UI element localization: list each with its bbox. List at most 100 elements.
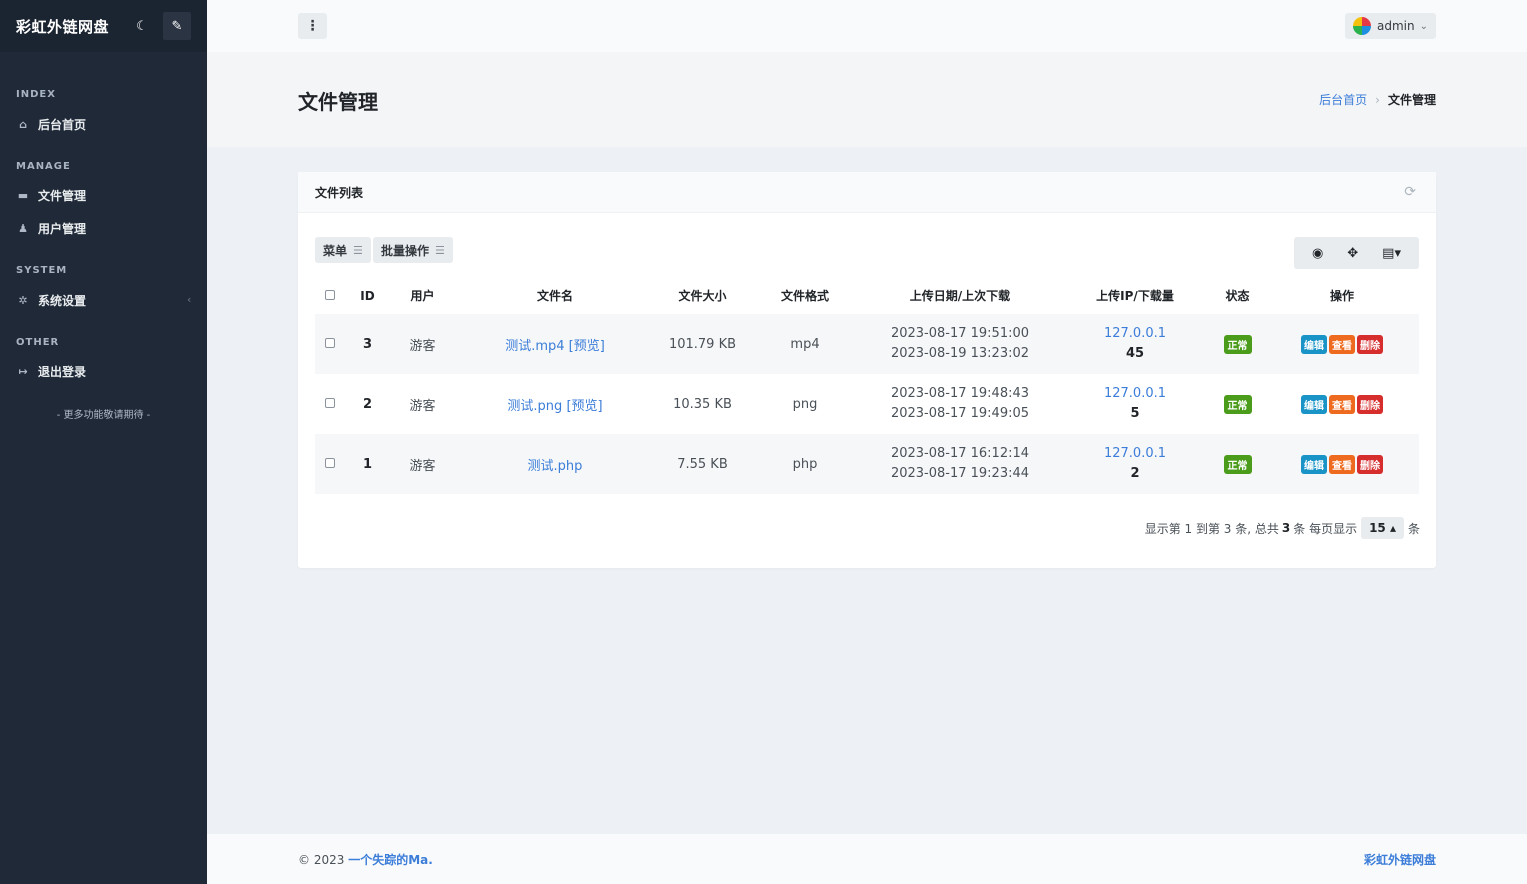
last-download-date: 2023-08-17 19:49:05: [890, 406, 1030, 421]
page-size-select[interactable]: 15 ▴: [1361, 517, 1404, 539]
column-header[interactable]: 状态: [1210, 277, 1265, 314]
column-header[interactable]: 用户: [390, 277, 455, 314]
upload-date: 2023-08-17 19:48:43: [890, 386, 1030, 401]
columns-icon[interactable]: ▤▾: [1382, 246, 1401, 261]
avatar: [1353, 17, 1371, 35]
download-count: 2: [1130, 466, 1140, 481]
align-left-icon: ☰: [435, 243, 445, 257]
sidebar-item-label: 文件管理: [38, 189, 87, 203]
home-icon: ⌂: [19, 118, 27, 131]
nav-head-other: OTHER: [16, 337, 60, 348]
theme-brush-icon[interactable]: ✎: [163, 12, 191, 40]
view-button[interactable]: 查看: [1329, 394, 1355, 414]
menu-button-label: 菜单: [323, 243, 348, 258]
column-header[interactable]: 文件大小: [655, 277, 750, 314]
upload-date: 2023-08-17 16:12:14: [890, 446, 1030, 461]
sidebar: 彩虹外链网盘 ☾ ✎ INDEX ⌂ 后台首页 MANAGE ▬ 文件管理 ♟ …: [0, 0, 207, 884]
file-size: 101.79 KB: [668, 336, 737, 352]
view-button[interactable]: 查看: [1329, 334, 1355, 354]
column-header[interactable]: 文件格式: [750, 277, 860, 314]
upload-date: 2023-08-17 19:51:00: [890, 326, 1030, 341]
chevron-left-icon[interactable]: ‹: [187, 293, 191, 306]
table-row: 3 游客 测试.mp4 [预览] 101.79 KB mp4 2023-08-1…: [315, 314, 1419, 374]
column-header[interactable]: 文件名: [455, 277, 655, 314]
row-checkbox[interactable]: [325, 457, 335, 468]
refresh-icon[interactable]: ⟳: [1404, 184, 1416, 200]
edit-button[interactable]: 编辑: [1301, 334, 1327, 354]
last-download-date: 2023-08-19 13:23:02: [890, 346, 1030, 361]
move-icon[interactable]: ✥: [1347, 246, 1358, 261]
users-icon: ♟: [18, 222, 28, 235]
file-name-link[interactable]: 测试.php: [528, 459, 583, 474]
page-size-value: 15: [1369, 521, 1386, 535]
sidebar-item-users[interactable]: ♟ 用户管理: [16, 220, 86, 237]
footer: © 2023 一个失踪的Ma. 彩虹外链网盘: [207, 834, 1527, 884]
sidebar-item-label: 系统设置: [38, 294, 87, 308]
file-format: php: [792, 456, 818, 472]
file-id: 2: [362, 396, 373, 412]
file-name-link[interactable]: 测试.png: [507, 399, 562, 414]
page-header: 文件管理 后台首页 › 文件管理: [207, 52, 1527, 147]
file-id: 3: [362, 336, 373, 352]
row-checkbox[interactable]: [325, 397, 335, 408]
select-all-checkbox[interactable]: [325, 289, 335, 300]
preview-link[interactable]: [预览]: [566, 399, 602, 414]
file-user: 游客: [409, 458, 436, 474]
column-header: 操作: [1329, 289, 1354, 303]
batch-button-label: 批量操作: [381, 243, 430, 258]
sidebar-item-logout[interactable]: ↦ 退出登录: [16, 363, 86, 380]
page-title: 文件管理: [298, 90, 378, 114]
logout-icon: ↦: [18, 365, 28, 378]
nav-head-manage: MANAGE: [16, 161, 71, 172]
file-size: 7.55 KB: [677, 456, 728, 472]
edit-button[interactable]: 编辑: [1301, 454, 1327, 474]
download-count: 5: [1130, 406, 1140, 421]
file-name-link[interactable]: 测试.mp4: [505, 339, 564, 354]
batch-operation-button[interactable]: 批量操作 ☰: [373, 237, 453, 263]
column-header[interactable]: 上传IP/下载量: [1060, 277, 1210, 314]
topbar: ⋮ admin ⌄: [207, 0, 1527, 52]
row-checkbox[interactable]: [325, 337, 335, 348]
column-header[interactable]: 上传日期/上次下载: [860, 277, 1060, 314]
sidebar-item-label: 退出登录: [38, 365, 87, 379]
footer-brand-link[interactable]: 彩虹外链网盘: [1364, 851, 1436, 868]
user-menu[interactable]: admin ⌄: [1345, 13, 1436, 39]
brand-title[interactable]: 彩虹外链网盘: [16, 16, 109, 37]
table-header-row: ID 用户 文件名 文件大小 文件格式 上传日期/上次下载 上传IP/下载量 状…: [315, 277, 1419, 314]
kebab-menu-icon[interactable]: ⋮: [298, 13, 327, 39]
status-badge: 正常: [1223, 334, 1252, 354]
toggle-icon[interactable]: ◉: [1312, 246, 1323, 261]
table-row: 1 游客 测试.php 7.55 KB php 2023-08-17 16:12…: [315, 434, 1419, 494]
column-header[interactable]: ID: [345, 277, 390, 314]
more-features-note: - 更多功能敬请期待 -: [56, 410, 151, 421]
sidebar-item-dashboard[interactable]: ⌂ 后台首页: [16, 116, 86, 133]
last-download-date: 2023-08-17 19:23:44: [890, 466, 1030, 481]
pager-suffix: 条 每页显示: [1293, 521, 1358, 536]
preview-link[interactable]: [预览]: [569, 339, 605, 354]
view-button[interactable]: 查看: [1329, 454, 1355, 474]
file-size: 10.35 KB: [673, 396, 732, 412]
pager-prefix: 显示第 1 到第 3 条, 总共: [1144, 521, 1279, 536]
menu-button[interactable]: 菜单 ☰: [315, 237, 371, 263]
file-list-card: 文件列表 ⟳ 菜单 ☰ 批量操作 ☰ ◉ ✥ ▤▾ ID 用户 文件名 文件大小…: [298, 172, 1436, 568]
delete-button[interactable]: 删除: [1357, 334, 1383, 354]
upload-ip-link[interactable]: 127.0.0.1: [1060, 384, 1210, 404]
file-id: 1: [362, 456, 373, 472]
author-link[interactable]: 一个失踪的Ma.: [348, 853, 433, 867]
dark-mode-toggle-icon[interactable]: ☾: [128, 12, 156, 40]
folder-icon: ▬: [17, 189, 29, 202]
sidebar-item-settings[interactable]: ✲ 系统设置: [16, 292, 86, 309]
breadcrumb-home[interactable]: 后台首页: [1319, 91, 1367, 108]
nav-head-system: SYSTEM: [16, 265, 68, 276]
upload-ip-link[interactable]: 127.0.0.1: [1060, 324, 1210, 344]
upload-ip-link[interactable]: 127.0.0.1: [1060, 444, 1210, 464]
delete-button[interactable]: 删除: [1357, 454, 1383, 474]
file-table: ID 用户 文件名 文件大小 文件格式 上传日期/上次下载 上传IP/下载量 状…: [315, 277, 1419, 494]
table-tools: ◉ ✥ ▤▾: [1294, 237, 1419, 269]
file-format: png: [792, 396, 818, 412]
file-user: 游客: [409, 338, 436, 354]
delete-button[interactable]: 删除: [1357, 394, 1383, 414]
sidebar-item-files[interactable]: ▬ 文件管理: [16, 187, 86, 204]
chevron-down-icon: ⌄: [1419, 20, 1428, 32]
edit-button[interactable]: 编辑: [1301, 394, 1327, 414]
